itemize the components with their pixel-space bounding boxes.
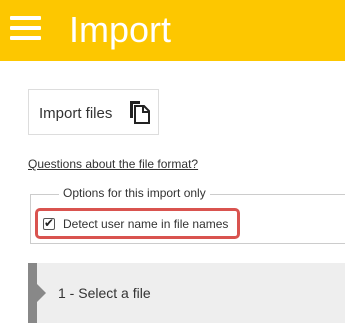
import-files-button[interactable]: Import files [28,89,159,135]
detect-user-name-label[interactable]: Detect user name in file names [63,217,228,231]
app-header: Import [0,0,345,61]
checkmark-icon: ✔ [44,216,55,230]
file-format-help-link[interactable]: Questions about the file format? [28,157,198,171]
page-title: Import [69,9,172,50]
import-files-label: Import files [39,105,113,122]
step-indicator-bar [28,263,37,323]
hamburger-menu-icon[interactable] [10,16,41,40]
files-copy-icon [130,101,150,124]
import-options-legend: Options for this import only [59,186,210,200]
step-arrow-icon [37,284,46,302]
step-select-file[interactable]: 1 - Select a file [28,263,345,323]
step-label: 1 - Select a file [58,285,151,301]
detect-user-name-checkbox[interactable]: ✔ [43,216,55,230]
